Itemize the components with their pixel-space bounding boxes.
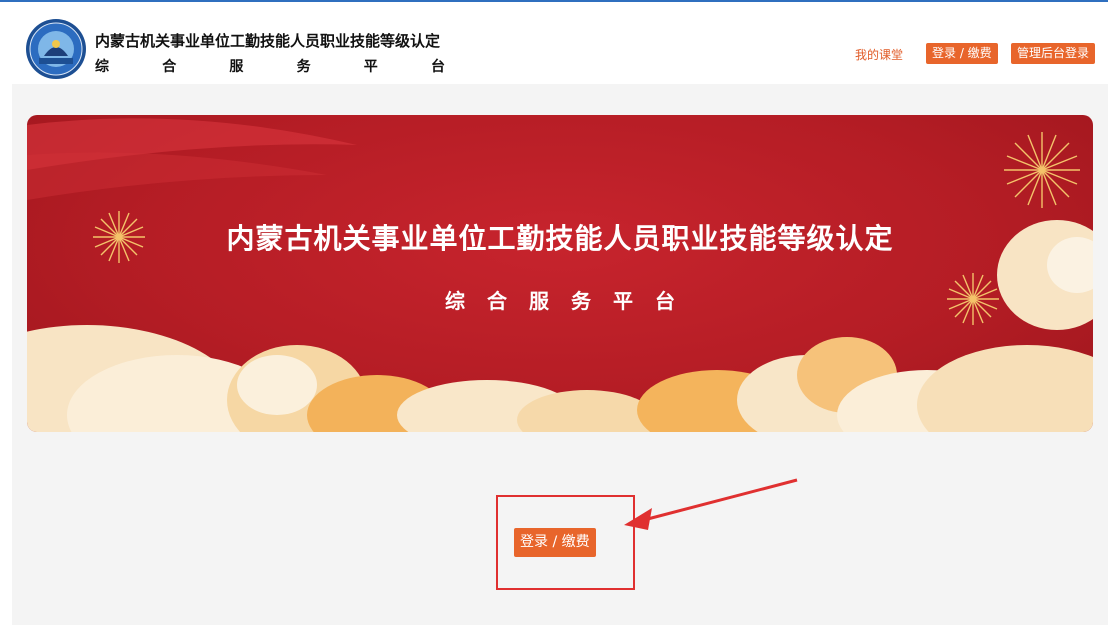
main-content: 内蒙古机关事业单位工勤技能人员职业技能等级认定 综合服务平台 登录 / 缴费 — [12, 84, 1108, 625]
site-subtitle-char: 服 — [229, 59, 244, 75]
annotation-arrow — [624, 478, 798, 530]
emblem-logo[interactable] — [25, 18, 87, 80]
site-subtitle-char: 合 — [162, 59, 177, 75]
site-header: 内蒙古机关事业单位工勤技能人员职业技能等级认定 综 合 服 务 平 台 我的课堂… — [0, 2, 1108, 84]
site-subtitle: 综 合 服 务 平 台 — [95, 56, 445, 76]
site-subtitle-char: 务 — [296, 59, 311, 75]
site-subtitle-char: 综 — [95, 59, 109, 75]
site-title: 内蒙古机关事业单位工勤技能人员职业技能等级认定 — [95, 32, 441, 50]
site-subtitle-char: 台 — [430, 59, 445, 75]
nav-admin-login-button[interactable]: 管理后台登录 — [1011, 43, 1096, 64]
nav-my-class-link[interactable]: 我的课堂 — [855, 46, 903, 63]
site-subtitle-char: 平 — [363, 59, 378, 75]
nav-login-pay-button[interactable]: 登录 / 缴费 — [926, 43, 998, 64]
